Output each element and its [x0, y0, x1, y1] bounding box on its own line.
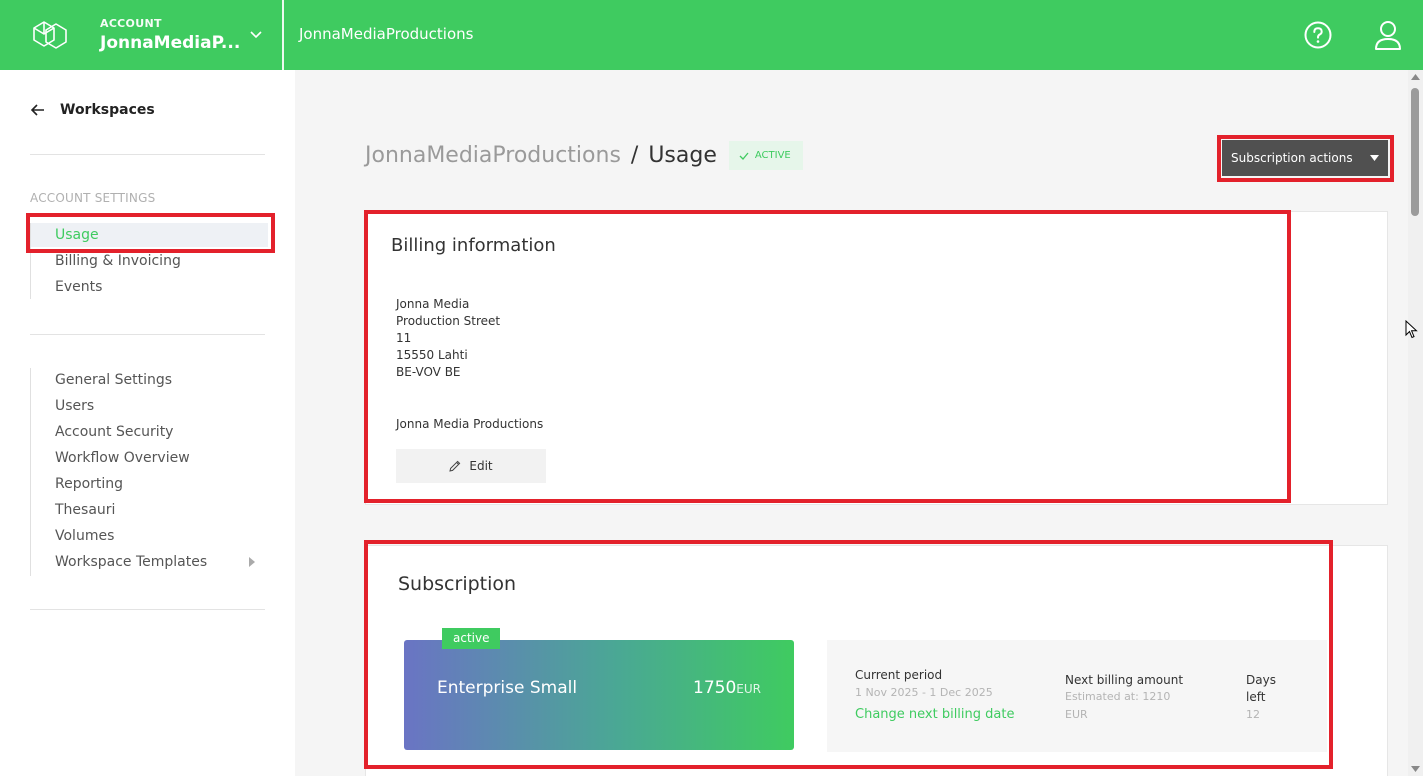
days-left-label: left [1246, 690, 1266, 704]
plan-price-value: 1750 [693, 678, 737, 698]
address-line: Jonna Media [396, 297, 470, 311]
plan-price: 1750EUR [693, 678, 761, 698]
back-label: Workspaces [60, 102, 155, 118]
breadcrumb-parent[interactable]: JonnaMediaProductions [365, 143, 621, 168]
pencil-icon [449, 460, 461, 472]
top-bar: ACCOUNT JonnaMediaP... JonnaMediaProduct… [0, 0, 1423, 70]
account-label: ACCOUNT [100, 17, 162, 30]
subscription-title: Subscription [398, 573, 517, 595]
account-switcher[interactable]: ACCOUNT JonnaMediaP... [100, 17, 240, 53]
sidebar-item-usage[interactable]: Usage [55, 227, 99, 243]
user-profile-icon[interactable] [1373, 19, 1403, 51]
divider [30, 154, 265, 155]
status-text: ACTIVE [754, 150, 791, 161]
help-icon[interactable] [1303, 20, 1333, 50]
scroll-up-icon[interactable] [1411, 74, 1420, 80]
billing-company: Jonna Media Productions [396, 417, 544, 431]
page-title: Usage [648, 143, 717, 168]
caret-down-icon [1370, 155, 1379, 161]
status-badge: ACTIVE [728, 141, 803, 170]
address-line: 11 [396, 331, 412, 345]
sidebar-item-reporting[interactable]: Reporting [55, 476, 123, 492]
divider [30, 334, 265, 335]
arrow-left-icon [30, 104, 44, 116]
sidebar-item-general-settings[interactable]: General Settings [55, 372, 172, 388]
plan-status-tag: active [442, 628, 501, 649]
scroll-thumb[interactable] [1411, 88, 1419, 216]
plan-currency: EUR [736, 682, 761, 696]
billing-title: Billing information [391, 235, 556, 256]
plan-card: Enterprise Small 1750EUR [404, 640, 794, 750]
breadcrumb-separator: / [630, 143, 639, 168]
sidebar-item-volumes[interactable]: Volumes [55, 528, 114, 544]
days-left-label: Days [1246, 673, 1276, 687]
address-line: Production Street [396, 314, 501, 328]
nav-guide-line [30, 223, 31, 299]
subscription-actions-button[interactable]: Subscription actions [1222, 140, 1388, 176]
sidebar-item-events[interactable]: Events [55, 279, 102, 295]
nav-guide-line [30, 368, 31, 576]
mouse-cursor-icon [1405, 320, 1418, 339]
scroll-down-icon[interactable] [1411, 766, 1420, 772]
billing-address: Jonna Media Production Street 11 15550 L… [396, 296, 500, 381]
topbar-divider [282, 0, 284, 70]
address-line: BE-VOV BE [396, 365, 461, 379]
back-to-workspaces[interactable]: Workspaces [30, 102, 155, 118]
current-period-label: Current period [855, 668, 943, 682]
next-amount-label: Next billing amount [1065, 673, 1184, 687]
sidebar-item-workspace-templates[interactable]: Workspace Templates [55, 554, 207, 570]
edit-label: Edit [469, 459, 493, 473]
divider [30, 609, 265, 610]
sidebar: Workspaces ACCOUNT SETTINGS Usage Billin… [0, 70, 295, 776]
next-amount-currency: EUR [1065, 708, 1088, 721]
account-name: JonnaMediaP... [100, 33, 241, 53]
check-icon [739, 152, 749, 160]
page-scrollbar[interactable] [1408, 70, 1423, 776]
workspace-title: JonnaMediaProductions [299, 25, 474, 43]
edit-billing-button[interactable]: Edit [396, 449, 546, 483]
next-amount-estimate: Estimated at: 1210 [1065, 690, 1171, 703]
sidebar-item-account-security[interactable]: Account Security [55, 424, 173, 440]
days-left-value: 12 [1246, 708, 1260, 721]
subscription-actions-label: Subscription actions [1231, 151, 1353, 165]
address-line: 15550 Lahti [396, 348, 468, 362]
breadcrumb: JonnaMediaProductions / Usage ACTIVE [365, 141, 803, 170]
sidebar-item-workflow-overview[interactable]: Workflow Overview [55, 450, 190, 466]
sidebar-item-billing[interactable]: Billing & Invoicing [55, 253, 181, 269]
sidebar-item-thesauri[interactable]: Thesauri [55, 502, 115, 518]
chevron-right-icon[interactable] [248, 557, 256, 567]
plan-name: Enterprise Small [437, 678, 578, 698]
section-label: ACCOUNT SETTINGS [30, 191, 156, 205]
sidebar-item-users[interactable]: Users [55, 398, 94, 414]
logo-icon[interactable] [30, 17, 70, 53]
chevron-down-icon[interactable] [249, 27, 263, 41]
change-billing-date-link[interactable]: Change next billing date [855, 707, 1014, 722]
current-period-value: 1 Nov 2025 - 1 Dec 2025 [855, 686, 993, 699]
